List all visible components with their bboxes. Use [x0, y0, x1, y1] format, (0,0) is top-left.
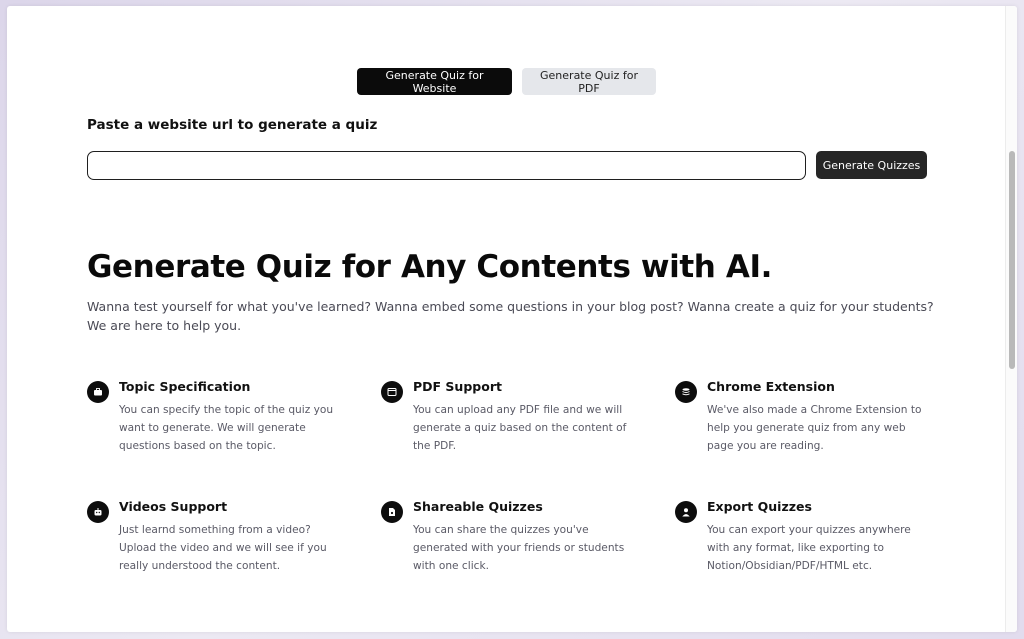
- feature-description: Just learnd something from a video? Uplo…: [119, 524, 327, 572]
- url-prompt-label: Paste a website url to generate a quiz: [87, 117, 378, 133]
- feature-title: Export Quizzes: [707, 499, 812, 514]
- feature-description: We've also made a Chrome Extension to he…: [707, 404, 922, 452]
- feature-title: PDF Support: [413, 379, 502, 394]
- feature-description: You can export your quizzes anywhere wit…: [707, 524, 911, 572]
- feature-description: You can share the quizzes you've generat…: [413, 524, 625, 572]
- stack-icon: [675, 381, 697, 403]
- browser-window: Generate Quiz for Website Generate Quiz …: [7, 6, 1017, 632]
- hero-title: Generate Quiz for Any Contents with AI.: [87, 249, 772, 285]
- feature-description: You can specify the topic of the quiz yo…: [119, 404, 334, 452]
- feature-title: Shareable Quizzes: [413, 499, 543, 514]
- url-input[interactable]: [87, 151, 806, 180]
- quiz-source-tabs: Generate Quiz for Website Generate Quiz …: [357, 68, 656, 95]
- hero-description: Wanna test yourself for what you've lear…: [87, 299, 934, 333]
- briefcase-icon: [87, 381, 109, 403]
- window-icon: [381, 381, 403, 403]
- tab-pdf[interactable]: Generate Quiz for PDF: [522, 68, 656, 95]
- user-icon: [675, 501, 697, 523]
- scrollbar-thumb[interactable]: [1009, 151, 1015, 369]
- generate-quizzes-button[interactable]: Generate Quizzes: [816, 151, 927, 179]
- feature-title: Topic Specification: [119, 379, 251, 394]
- feature-description: You can upload any PDF file and we will …: [413, 404, 627, 452]
- document-icon: [381, 501, 403, 523]
- feature-title: Chrome Extension: [707, 379, 835, 394]
- feature-title: Videos Support: [119, 499, 228, 514]
- vertical-scrollbar[interactable]: [1005, 6, 1017, 632]
- robot-icon: [87, 501, 109, 523]
- tab-website[interactable]: Generate Quiz for Website: [357, 68, 512, 95]
